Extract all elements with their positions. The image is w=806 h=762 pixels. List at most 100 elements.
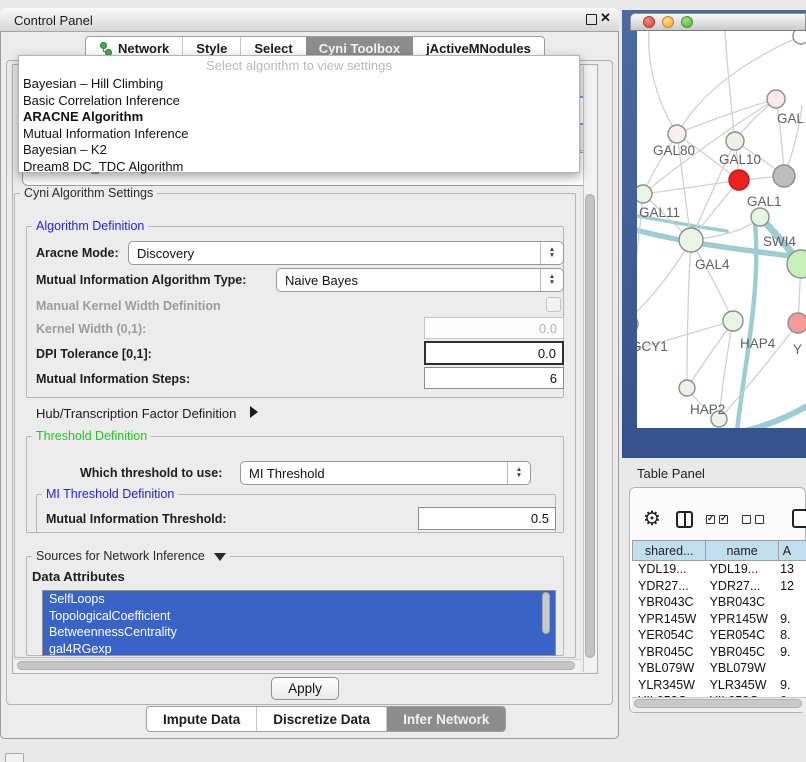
sources-toggle[interactable]: Sources for Network Inference [32, 549, 230, 563]
table-cell[interactable]: YLR345W [632, 677, 706, 694]
close-icon[interactable]: ✕ [600, 10, 611, 26]
table-row[interactable]: YBR045CYBR045C9. [632, 644, 806, 661]
network-node-gal11[interactable] [637, 185, 652, 203]
network-node-gal80[interactable] [668, 125, 686, 143]
algorithm-option[interactable]: Basic Correlation Inference [23, 93, 180, 110]
which-threshold-combo[interactable]: MI Threshold ▲▼ [240, 461, 531, 485]
table-cell[interactable]: 9. [778, 677, 806, 694]
network-node[interactable] [773, 165, 795, 187]
table-cell[interactable]: 13 [778, 561, 806, 578]
float-window-icon[interactable] [586, 14, 597, 25]
table-horizontal-scrollbar-thumb[interactable] [634, 699, 802, 708]
table-cell[interactable]: YDL19... [632, 561, 706, 578]
table-cell[interactable]: YBR043C [706, 594, 779, 611]
table-row[interactable]: YDR27...YDR27...12 [632, 578, 806, 595]
network-edge[interactable] [637, 240, 691, 321]
table-cell[interactable]: YDR27... [632, 578, 706, 595]
table-cell[interactable]: 9. [778, 644, 806, 661]
network-node-gcy1[interactable] [637, 315, 638, 333]
network-node-y[interactable] [788, 313, 806, 333]
table-cell[interactable]: YLR345W [706, 677, 779, 694]
network-node[interactable] [793, 31, 806, 44]
network-window-titlebar[interactable] [630, 13, 806, 31]
window-maximize-icon[interactable] [681, 16, 693, 28]
column-header-shared-name[interactable]: shared... [632, 541, 705, 560]
table-cell[interactable]: YBR045C [632, 644, 706, 661]
table-cell[interactable]: YDR27... [706, 578, 779, 595]
table-cell[interactable]: 8. [778, 627, 806, 644]
table-row[interactable]: YER054CYER054C8. [632, 627, 806, 644]
table-cell[interactable]: YER054C [632, 627, 706, 644]
list-item[interactable]: TopologicalCoefficient [43, 608, 555, 625]
network-node-gal4[interactable] [679, 228, 703, 252]
network-edge[interactable] [649, 31, 677, 134]
network-edge[interactable] [725, 31, 735, 141]
table-row[interactable]: YPR145WYPR145W9. [632, 611, 806, 628]
algorithm-option[interactable]: Mutual Information Inference [23, 126, 188, 143]
network-node-hap2[interactable] [679, 380, 695, 396]
table-cell[interactable]: YBL079W [706, 660, 779, 677]
network-edge[interactable] [687, 240, 691, 388]
algorithm-option[interactable]: Bayesian – K2 [23, 142, 107, 159]
table-row[interactable]: YBL079WYBL079W [632, 660, 806, 677]
mi-steps-field[interactable]: 6 [424, 367, 564, 389]
list-item[interactable]: gal4RGexp [43, 641, 555, 657]
mi-threshold-field[interactable]: 0.5 [418, 507, 556, 530]
gear-icon[interactable]: ⚙ [643, 509, 661, 529]
combo-spinner-icon[interactable]: ▲▼ [540, 269, 563, 291]
network-node-gal10[interactable] [726, 132, 744, 150]
table-cell[interactable]: YPR145W [632, 611, 706, 628]
dpi-tolerance-field[interactable]: 0.0 [424, 341, 564, 365]
network-node-swi4[interactable] [751, 208, 769, 226]
window-minimize-icon[interactable] [662, 16, 674, 28]
network-edge[interactable] [691, 240, 733, 321]
table-cell[interactable]: YDL19... [706, 561, 779, 578]
column-layout-icon[interactable] [676, 511, 693, 528]
window-close-icon[interactable] [643, 16, 655, 28]
table-row[interactable]: YBR043CYBR043C [632, 594, 806, 611]
attributes-list-scrollbar[interactable] [542, 592, 550, 634]
aracne-mode-combo[interactable]: Discovery ▲▼ [128, 241, 564, 265]
network-edge[interactable] [677, 99, 776, 134]
column-header-name[interactable]: name [705, 541, 777, 560]
algorithm-option[interactable]: Bayesian – Hill Climbing [23, 76, 163, 93]
table-cell[interactable]: YBL079W [632, 660, 706, 677]
table-cell[interactable]: YER054C [706, 627, 779, 644]
combo-spinner-icon[interactable]: ▲▼ [507, 462, 530, 484]
tab-discretize-data[interactable]: Discretize Data [256, 707, 386, 731]
network-node-gal1[interactable] [729, 170, 749, 190]
column-header-partial[interactable]: A [778, 541, 806, 560]
table-row[interactable]: YLR345WYLR345W9. [632, 677, 806, 694]
list-item[interactable]: BetweennessCentrality [43, 624, 555, 641]
tab-impute-data[interactable]: Impute Data [147, 707, 256, 731]
table-mode-icon[interactable] [792, 509, 806, 528]
apply-button[interactable]: Apply [271, 677, 339, 700]
settings-vertical-scrollbar-thumb[interactable] [585, 194, 595, 658]
table-cell[interactable]: YBR045C [706, 644, 779, 661]
settings-horizontal-scrollbar-thumb[interactable] [17, 661, 575, 670]
network-canvas[interactable]: GALGAL80GAL10GAL1GAL11SWI4GAL4GCY1HAP4YH… [637, 31, 806, 428]
table-cell[interactable]: YPR145W [706, 611, 779, 628]
show-checked-columns-icon[interactable] [706, 515, 728, 524]
table-cell[interactable]: YBR043C [632, 594, 706, 611]
mi-type-combo[interactable]: Naive Bayes ▲▼ [276, 268, 564, 292]
network-edge[interactable] [687, 321, 733, 388]
algorithm-option-highlighted[interactable]: ARACNE Algorithm [23, 109, 143, 126]
combo-spinner-icon[interactable]: ▲▼ [540, 242, 563, 264]
table-cell[interactable] [778, 660, 806, 677]
network-node-hap4[interactable] [723, 311, 743, 331]
list-item[interactable]: SelfLoops [43, 591, 555, 608]
table-cell[interactable]: 9. [778, 611, 806, 628]
kernel-width-field[interactable]: 0.0 [424, 317, 564, 339]
minimized-window-icon[interactable] [5, 753, 24, 762]
table-cell[interactable] [778, 594, 806, 611]
network-node-gal[interactable] [767, 90, 785, 108]
algorithm-option[interactable]: Dream8 DC_TDC Algorithm [23, 159, 183, 176]
hide-columns-icon[interactable] [742, 515, 764, 524]
manual-kernel-checkbox[interactable] [546, 297, 561, 312]
tab-infer-network[interactable]: Infer Network [386, 707, 505, 731]
network-edge[interactable] [745, 403, 806, 428]
hub-definition-toggle[interactable]: Hub/Transcription Factor Definition [36, 406, 258, 421]
table-cell[interactable]: 12 [778, 578, 806, 595]
table-row[interactable]: YDL19...YDL19...13 [632, 561, 806, 578]
